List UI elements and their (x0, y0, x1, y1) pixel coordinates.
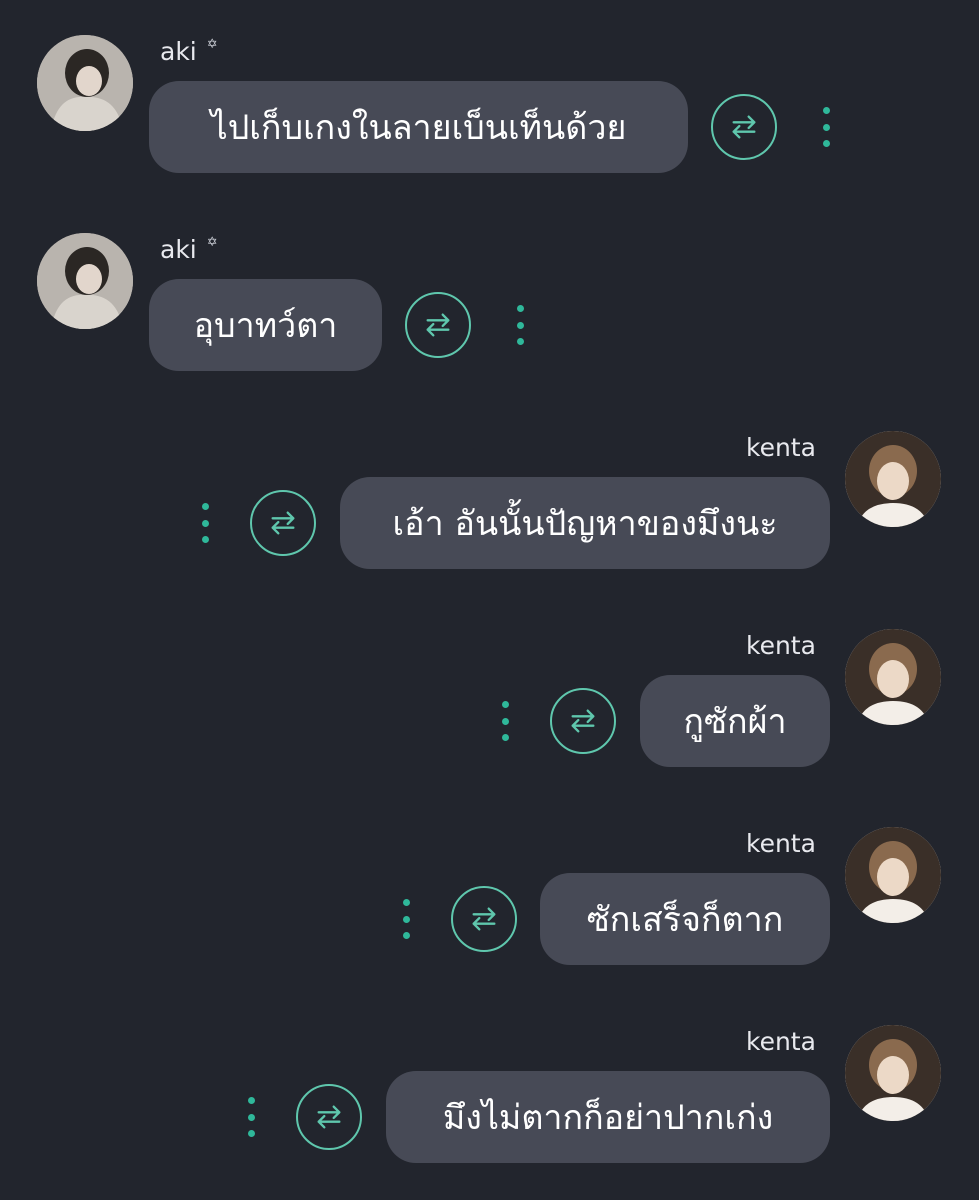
sender-name: kenta (746, 1027, 816, 1056)
swap-arrows-icon[interactable] (405, 292, 471, 358)
swap-arrows-icon[interactable] (451, 886, 517, 952)
more-vertical-icon[interactable] (200, 503, 210, 543)
message-row: aki ✡ อุบาทว์ตา (0, 233, 979, 403)
avatar[interactable] (845, 431, 941, 527)
message-bubble[interactable]: อุบาทว์ตา (149, 279, 382, 371)
avatar-photo-icon (845, 629, 941, 725)
message-bubble[interactable]: มึงไม่ตากก็อย่าปากเก่ง (386, 1071, 830, 1163)
avatar[interactable] (845, 1025, 941, 1121)
swap-arrows-icon[interactable] (296, 1084, 362, 1150)
message-row: kenta มึงไม่ตากก็อย่าปากเก่ง (0, 1025, 979, 1195)
sender-name: kenta (746, 631, 816, 660)
more-vertical-icon[interactable] (515, 305, 525, 345)
message-row: kenta ซักเสร็จก็ตาก (0, 827, 979, 997)
message-bubble[interactable]: ซักเสร็จก็ตาก (540, 873, 830, 965)
sender-name: kenta (746, 829, 816, 858)
avatar-photo-icon (845, 1025, 941, 1121)
message-row: aki ✡ ไปเก็บเกงในลายเบ็นเท็นด้วย (0, 35, 979, 205)
message-bubble[interactable]: ไปเก็บเกงในลายเบ็นเท็นด้วย (149, 81, 688, 173)
avatar[interactable] (37, 35, 133, 131)
avatar-photo-icon (845, 827, 941, 923)
more-vertical-icon[interactable] (821, 107, 831, 147)
avatar[interactable] (845, 827, 941, 923)
star-icon: ✡ (206, 235, 218, 250)
message-bubble[interactable]: กูซักผ้า (640, 675, 830, 767)
sender-name: aki ✡ (160, 37, 218, 66)
avatar-photo-icon (845, 431, 941, 527)
message-bubble[interactable]: เอ้า อันนั้นปัญหาของมึงนะ (340, 477, 830, 569)
avatar-photo-icon (37, 35, 133, 131)
more-vertical-icon[interactable] (500, 701, 510, 741)
avatar[interactable] (845, 629, 941, 725)
more-vertical-icon[interactable] (401, 899, 411, 939)
sender-name: kenta (746, 433, 816, 462)
swap-arrows-icon[interactable] (250, 490, 316, 556)
message-row: kenta กูซักผ้า (0, 629, 979, 799)
swap-arrows-icon[interactable] (711, 94, 777, 160)
swap-arrows-icon[interactable] (550, 688, 616, 754)
avatar-photo-icon (37, 233, 133, 329)
avatar[interactable] (37, 233, 133, 329)
sender-name: aki ✡ (160, 235, 218, 264)
message-row: kenta เอ้า อันนั้นปัญหาของมึงนะ (0, 431, 979, 601)
star-icon: ✡ (206, 37, 218, 52)
more-vertical-icon[interactable] (246, 1097, 256, 1137)
